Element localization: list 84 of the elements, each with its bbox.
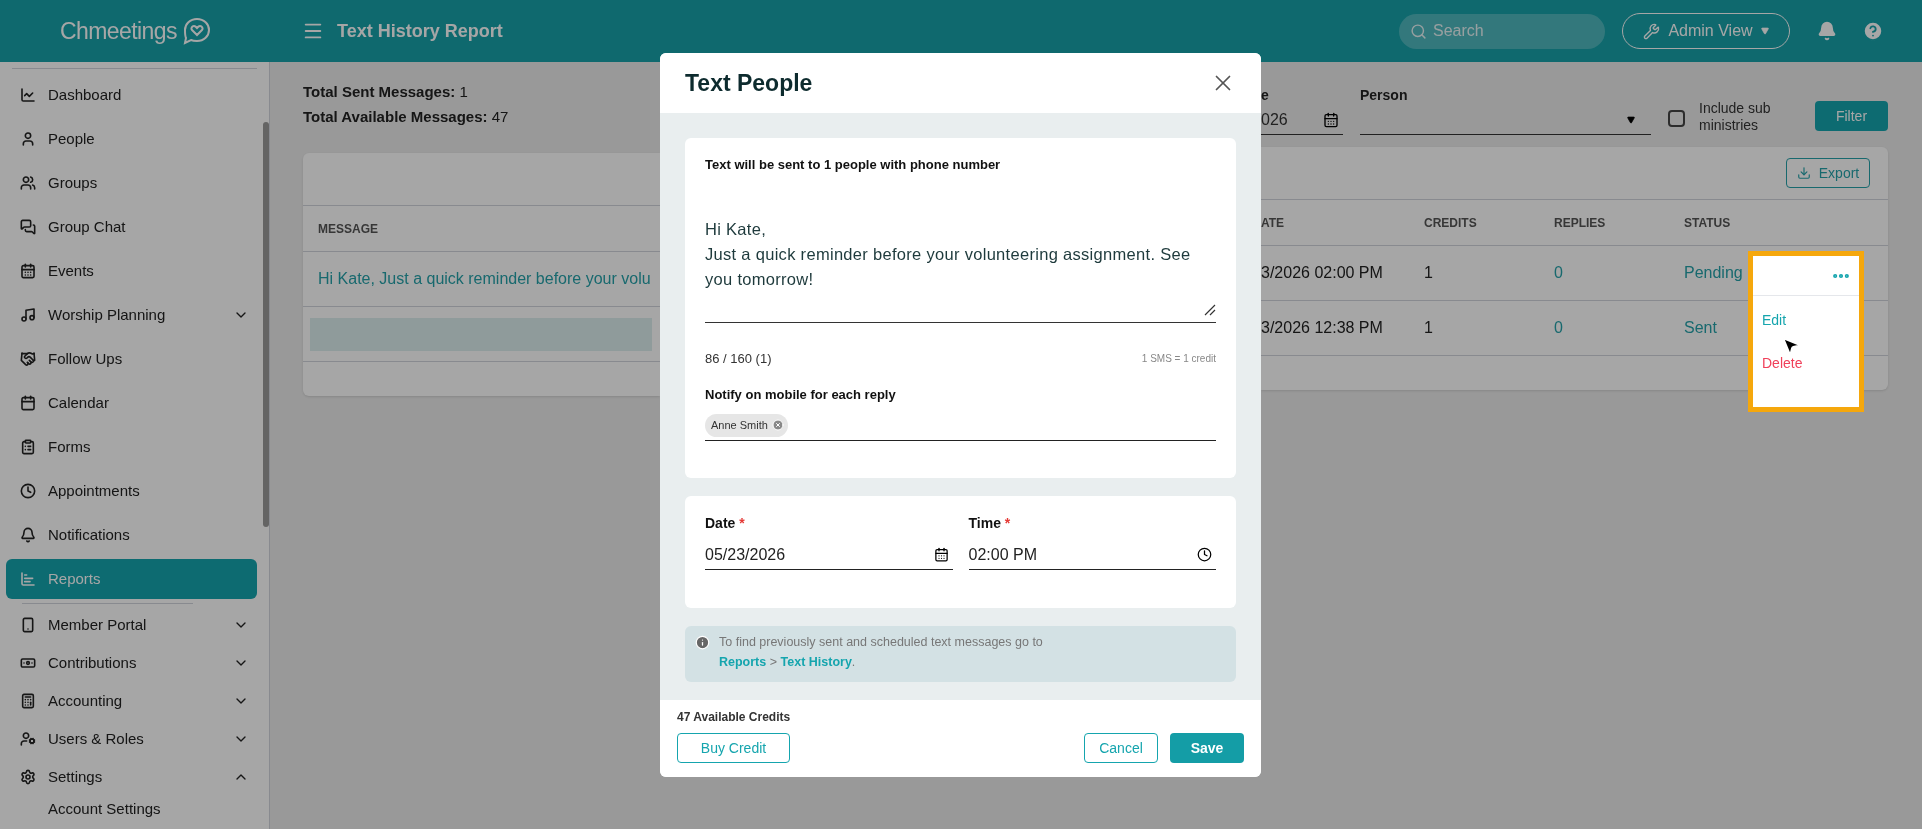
logo-text: Chmeetings xyxy=(60,16,177,46)
rate-note: 1 SMS = 1 credit xyxy=(1141,351,1216,366)
search-icon xyxy=(1410,22,1427,40)
sidebar-item[interactable]: Group Chat xyxy=(6,207,257,247)
date-field[interactable]: 05/23/2026 xyxy=(705,540,953,570)
user-gear-icon xyxy=(20,731,36,747)
chat-bubbles-icon xyxy=(20,219,36,235)
summary-text: Total Sent Messages: 1 xyxy=(303,82,469,102)
people-icon xyxy=(20,175,36,191)
sidebar-item[interactable]: People xyxy=(6,119,257,159)
phone-icon xyxy=(20,617,36,633)
modal-title: Text People xyxy=(685,68,813,98)
field-label: Notify on mobile for each reply xyxy=(705,386,897,404)
gear-icon xyxy=(20,769,36,785)
date-cell-text: 3/2026 02:00 PM xyxy=(1261,263,1384,283)
resize-handle-icon[interactable] xyxy=(1204,303,1216,316)
sidebar-item[interactable]: Settings xyxy=(6,760,257,794)
sidebar-item[interactable]: Follow Ups xyxy=(6,339,257,379)
calendar-icon xyxy=(20,263,36,279)
sidebar-item[interactable]: Users & Roles xyxy=(6,722,257,756)
caret-icon xyxy=(1627,115,1635,124)
credits-text: 47 Available Credits xyxy=(677,709,792,726)
field-label: Time * xyxy=(968,514,1012,533)
remove-icon[interactable] xyxy=(771,419,784,431)
field-label: Person xyxy=(1360,86,1409,105)
bar-chart-icon xyxy=(20,571,36,587)
help-icon[interactable] xyxy=(1862,20,1884,42)
heart-bubble-icon xyxy=(181,16,213,46)
bell-icon[interactable] xyxy=(1817,21,1837,41)
sidebar-item[interactable]: Notifications xyxy=(6,515,257,555)
caret-icon xyxy=(1760,27,1769,35)
checkbox[interactable] xyxy=(1668,110,1685,127)
sidebar-item[interactable]: Appointments xyxy=(6,471,257,511)
calendar-icon xyxy=(20,395,36,411)
column-header[interactable]: REPLIES xyxy=(1554,213,1684,232)
music-note-icon xyxy=(20,307,36,323)
date-cell-text: 3/2026 12:38 PM xyxy=(1261,318,1384,338)
message-field[interactable]: Hi Kate, Just a quick reminder before your volunteering assignment. See you tomorrow! xyxy=(705,216,1216,323)
bell-icon xyxy=(20,527,36,543)
banknote-icon xyxy=(20,655,36,671)
calculator-icon xyxy=(20,693,36,709)
sidebar-item[interactable]: Dashboard xyxy=(6,75,257,115)
calendar-icon xyxy=(1323,111,1339,128)
status-text: Pending xyxy=(1684,263,1743,283)
recipient-field[interactable]: Anne Smith xyxy=(705,410,1216,441)
sidebar-item[interactable]: Worship Planning xyxy=(6,295,257,335)
handshake-icon xyxy=(20,351,36,367)
sidebar-item[interactable]: Contributions xyxy=(6,646,257,680)
menu-item[interactable]: Delete xyxy=(1762,353,1803,374)
info-text: To find previously sent and scheduled text messages go to Reports > Text History. xyxy=(719,634,1043,671)
clock-icon xyxy=(20,483,36,499)
tools-icon xyxy=(1643,22,1661,40)
column-header[interactable]: STATUS xyxy=(1684,213,1888,232)
column-header[interactable]: CREDITS xyxy=(1424,213,1554,232)
person-chip[interactable]: Anne Smith xyxy=(705,413,788,437)
field-label: e xyxy=(1261,86,1270,105)
column-header[interactable]: MESSAGE xyxy=(318,219,378,238)
sidebar-subitem[interactable]: Account Settings xyxy=(6,796,257,822)
sidebar-item[interactable]: Forms xyxy=(6,427,257,467)
sidebar-item[interactable]: Groups xyxy=(6,163,257,203)
download-icon xyxy=(1796,166,1811,180)
field-label: Date * xyxy=(705,514,746,533)
sidebar-item[interactable]: Events xyxy=(6,251,257,291)
sidebar-item[interactable]: Accounting xyxy=(6,684,257,718)
clock-icon xyxy=(1197,547,1212,562)
credits-cell-text: 1 xyxy=(1424,318,1434,338)
column-header[interactable]: ATE xyxy=(1261,213,1424,232)
calendar-icon xyxy=(933,547,949,562)
summary-text: Total Available Messages: 47 xyxy=(303,107,510,127)
character-counter: 86 / 160 (1) xyxy=(705,349,772,368)
person-icon xyxy=(20,131,36,147)
page-title: Text History Report xyxy=(337,19,503,43)
search-field[interactable]: Search xyxy=(1399,13,1605,49)
chart-line-icon xyxy=(20,87,36,103)
status-text: Sent xyxy=(1684,318,1717,338)
scrollbar[interactable] xyxy=(263,122,269,527)
sidebar-item[interactable]: Calendar xyxy=(6,383,257,423)
recipients-text: Text will be sent to 1 people with phone number xyxy=(705,156,1002,174)
info-icon xyxy=(695,635,710,650)
sidebar-item[interactable]: Member Portal xyxy=(6,608,257,642)
form-icon xyxy=(20,439,36,455)
checkbox-label: Include sub ministries xyxy=(1699,100,1772,134)
credits-cell-text: 1 xyxy=(1424,263,1434,283)
time-field[interactable]: 02:00 PM xyxy=(968,540,1216,570)
